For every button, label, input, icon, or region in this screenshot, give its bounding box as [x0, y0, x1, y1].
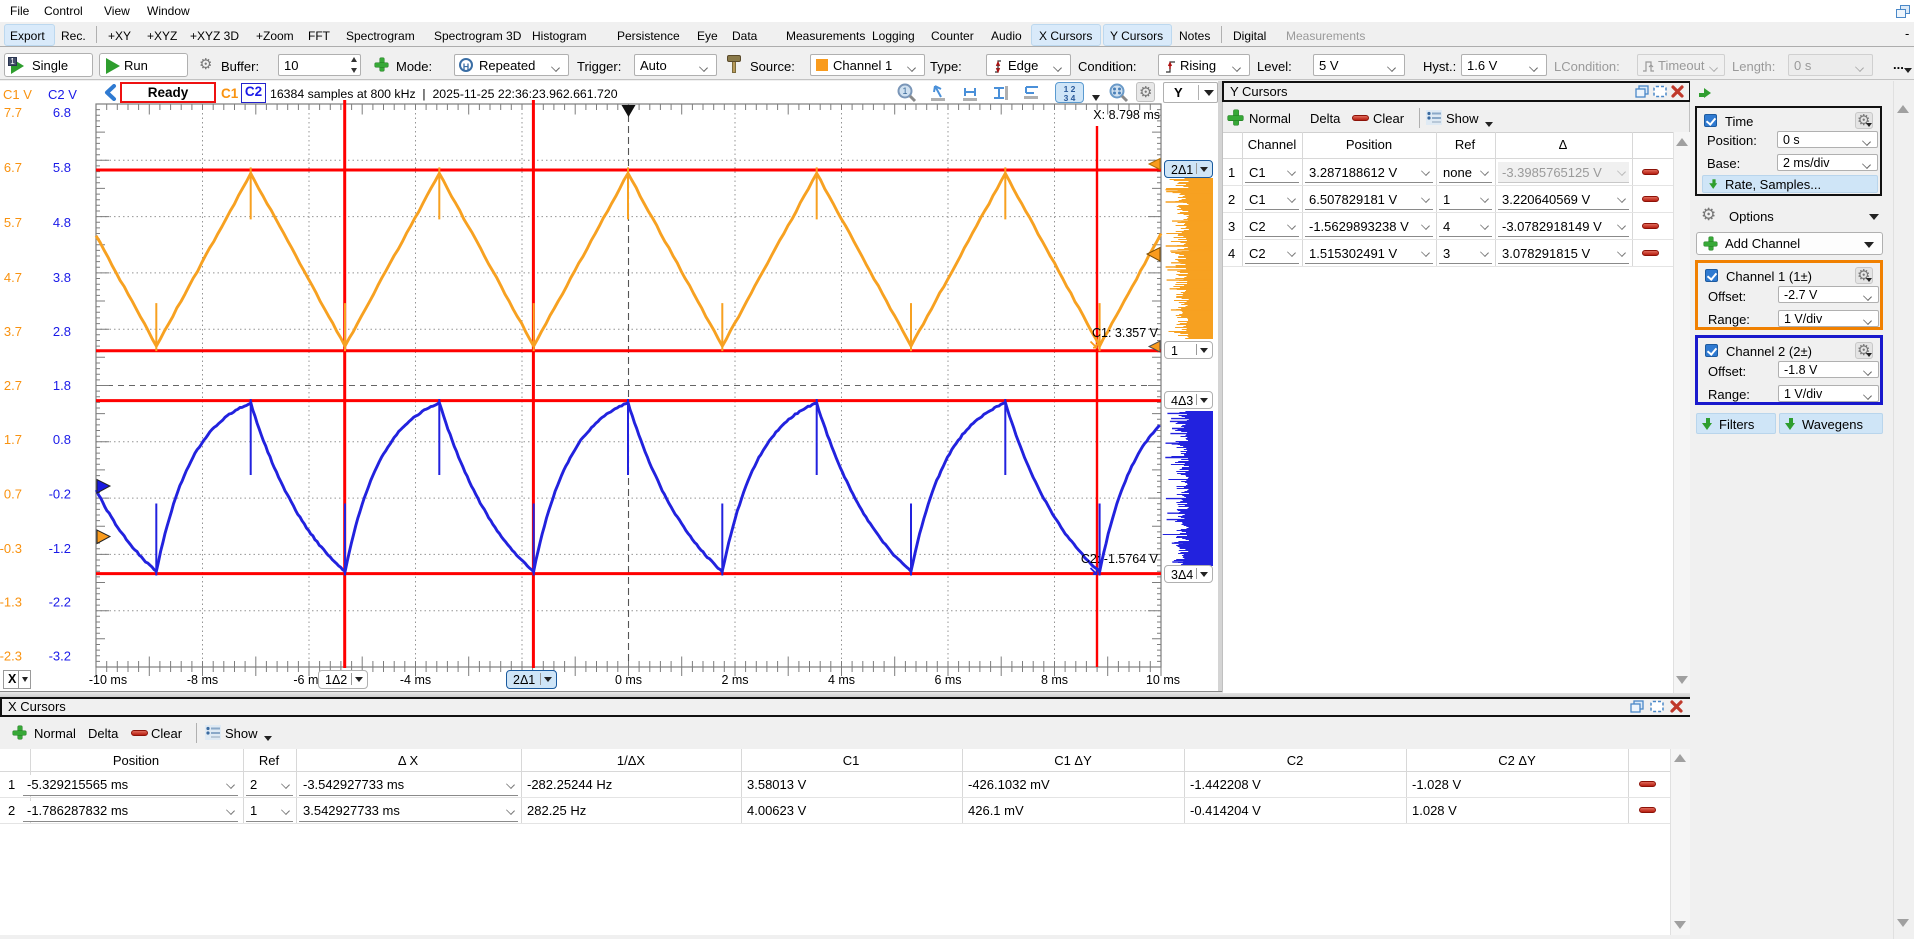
- svg-text:-1.3: -1.3: [0, 595, 22, 610]
- svg-text:0 ms: 0 ms: [615, 673, 642, 687]
- svg-text:6.7: 6.7: [4, 160, 22, 175]
- svg-text:2 ms: 2 ms: [721, 673, 748, 687]
- svg-text:-0.3: -0.3: [0, 541, 22, 556]
- svg-text:3.7: 3.7: [4, 324, 22, 339]
- svg-text:C2: -1.5764 V: C2: -1.5764 V: [1081, 552, 1159, 566]
- svg-text:8 ms: 8 ms: [1041, 673, 1068, 687]
- svg-text:-8 ms: -8 ms: [187, 673, 218, 687]
- svg-text:2.8: 2.8: [53, 324, 71, 339]
- svg-text:-10 ms: -10 ms: [89, 673, 127, 687]
- svg-text:7.7: 7.7: [4, 105, 22, 120]
- svg-text:4.7: 4.7: [4, 270, 22, 285]
- svg-text:-1.2: -1.2: [49, 541, 71, 556]
- svg-text:-0.2: -0.2: [49, 487, 71, 502]
- svg-text:X: 8.798 ms: X: 8.798 ms: [1093, 108, 1160, 122]
- svg-text:6.8: 6.8: [53, 105, 71, 120]
- svg-text:1.7: 1.7: [4, 432, 22, 447]
- svg-text:-3.2: -3.2: [49, 648, 71, 663]
- svg-text:-4 ms: -4 ms: [400, 673, 431, 687]
- svg-text:C1: 3.357 V: C1: 3.357 V: [1092, 326, 1159, 340]
- svg-text:3.8: 3.8: [53, 270, 71, 285]
- svg-text:0.8: 0.8: [53, 432, 71, 447]
- svg-text:-2.2: -2.2: [49, 595, 71, 610]
- svg-text:2.7: 2.7: [4, 378, 22, 393]
- svg-text:0.7: 0.7: [4, 487, 22, 502]
- svg-text:1.8: 1.8: [53, 378, 71, 393]
- svg-text:-2.3: -2.3: [0, 648, 22, 663]
- svg-text:1: 1: [902, 86, 907, 96]
- svg-text:5.8: 5.8: [53, 160, 71, 175]
- svg-text:6 ms: 6 ms: [934, 673, 961, 687]
- svg-text:4 ms: 4 ms: [828, 673, 855, 687]
- svg-text:10 ms: 10 ms: [1146, 673, 1180, 687]
- svg-text:5.7: 5.7: [4, 215, 22, 230]
- svg-text:4.8: 4.8: [53, 215, 71, 230]
